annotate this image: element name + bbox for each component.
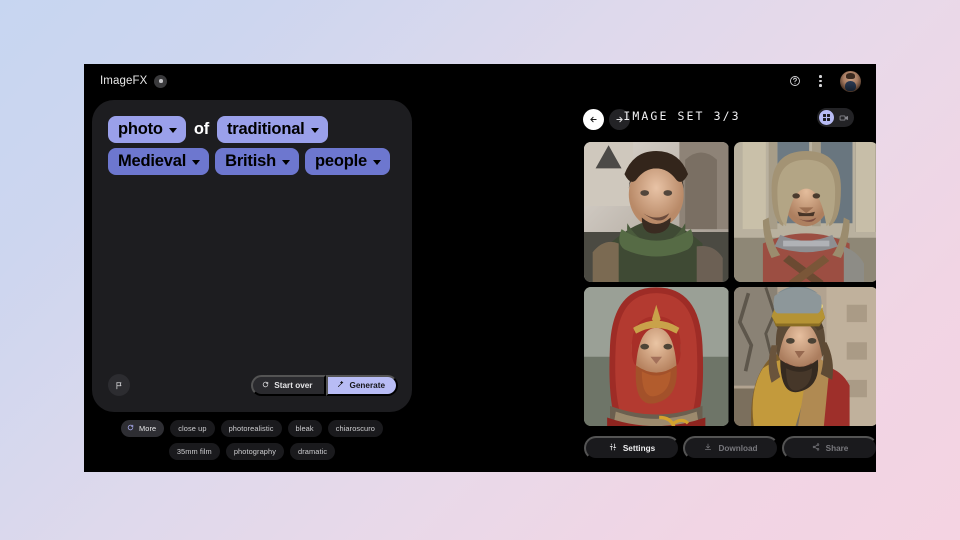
generated-image-3[interactable] [584, 286, 729, 426]
imagefx-app-window: ImageFX photo of traditional Medieval Br… [84, 64, 876, 472]
suggestion-chip[interactable]: dramatic [290, 443, 336, 460]
prompt-chip-people[interactable]: people [304, 148, 390, 175]
top-bar-actions [789, 70, 861, 92]
refresh-icon [127, 424, 134, 433]
suggestion-chip[interactable]: 35mm film [168, 443, 220, 460]
brand-title: ImageFX [100, 75, 148, 87]
download-icon [704, 443, 712, 453]
settings-button[interactable]: Settings [584, 436, 680, 460]
prompt-chip-british[interactable]: British [215, 148, 299, 175]
generated-image-grid [584, 142, 876, 426]
suggestion-chip-row: More close up photorealistic bleak chiar… [92, 420, 412, 460]
share-icon [812, 443, 820, 453]
suggestion-chip[interactable]: photography [225, 443, 285, 460]
refresh-icon [262, 381, 269, 390]
flag-icon[interactable] [108, 374, 130, 396]
single-view-icon[interactable] [836, 110, 851, 125]
generated-image-1[interactable] [584, 142, 729, 282]
prompt-chip-medieval[interactable]: Medieval [108, 148, 210, 175]
chevron-down-icon [310, 128, 319, 133]
share-button[interactable]: Share [782, 436, 876, 460]
suggestion-chip[interactable]: chiaroscuro [327, 420, 383, 437]
settings-label: Settings [622, 443, 656, 453]
app-top-bar: ImageFX [84, 64, 876, 98]
prompt-chip-label: Medieval [118, 152, 187, 171]
chevron-down-icon [281, 160, 290, 165]
result-action-bar: Settings Download Share [584, 436, 876, 460]
start-over-label: Start over [274, 380, 313, 390]
suggestion-chip[interactable]: close up [170, 420, 215, 437]
grid-view-icon[interactable] [819, 110, 834, 125]
more-label: More [138, 424, 157, 433]
start-over-button[interactable]: Start over [251, 374, 326, 396]
share-label: Share [825, 443, 849, 453]
help-circle-icon[interactable] [789, 75, 801, 87]
generate-label: Generate [349, 380, 386, 390]
prompt-chip-label: people [314, 152, 367, 171]
brand[interactable]: ImageFX [100, 74, 168, 88]
suggestion-chip[interactable]: photorealistic [220, 420, 282, 437]
generated-image-4[interactable] [733, 286, 876, 426]
generate-button[interactable]: Generate [325, 374, 398, 396]
chevron-down-icon [168, 128, 177, 133]
generated-image-2[interactable] [733, 142, 876, 282]
suggestion-chip[interactable]: bleak [287, 420, 322, 437]
prompt-panel: photo of traditional Medieval British pe… [92, 100, 412, 412]
prompt-chip-traditional[interactable]: traditional [217, 116, 328, 143]
more-suggestions-button[interactable]: More [120, 420, 165, 437]
results-panel: IMAGE SET 3/3 Settings Download Share [496, 100, 876, 464]
results-header: IMAGE SET 3/3 [496, 100, 868, 138]
sliders-icon [609, 443, 617, 453]
prompt-footer: Start over Generate [92, 358, 412, 412]
magic-wand-icon [337, 380, 345, 390]
prompt-chip-label: British [225, 152, 276, 171]
prompt-chip-label: photo [118, 120, 163, 139]
image-set-title: IMAGE SET 3/3 [623, 109, 741, 123]
prompt-chip-photo[interactable]: photo [108, 116, 186, 143]
avatar[interactable] [840, 70, 861, 92]
prompt-static-of: of [193, 120, 209, 139]
more-vertical-icon[interactable] [815, 73, 826, 89]
view-mode-toggle[interactable] [817, 108, 854, 127]
prompt-token-area[interactable]: photo of traditional Medieval British pe… [92, 100, 412, 175]
chevron-down-icon [192, 160, 201, 165]
download-label: Download [718, 443, 758, 453]
sparkle-dot-icon [154, 74, 168, 88]
prompt-action-group: Start over Generate [251, 374, 398, 396]
prompt-chip-label: traditional [227, 120, 305, 139]
chevron-down-icon [372, 160, 381, 165]
download-button[interactable]: Download [683, 436, 779, 460]
